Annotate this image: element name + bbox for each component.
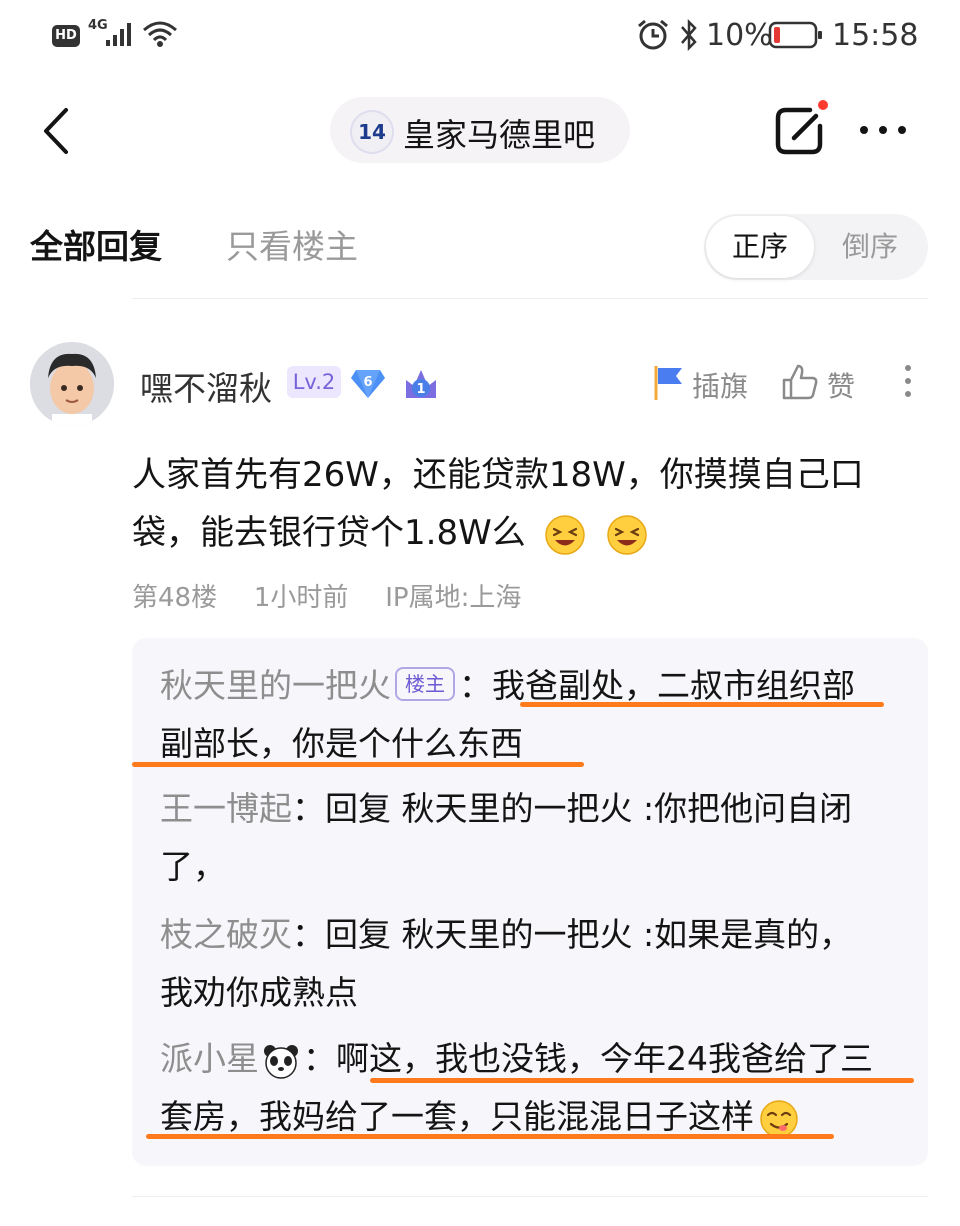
reply-text: 我劝你成熟点 (160, 973, 358, 1012)
post-more-icon[interactable] (900, 362, 916, 402)
diamond-badge-number: 6 (363, 375, 372, 390)
reply-text: ：回复 秋天里的一把火 :你把他问自闭 (292, 789, 853, 828)
ip-location: IP属地:上海 (385, 583, 522, 613)
post-time: 1小时前 (253, 583, 349, 613)
diamond-badge-icon: 6 (351, 370, 385, 398)
forum-logo: 14 (350, 110, 394, 154)
wifi-icon (143, 21, 177, 47)
reply-item[interactable]: 王一博起：回复 秋天里的一把火 :你把他问自闭 (160, 780, 852, 838)
more-icon[interactable] (858, 120, 908, 140)
reply-text: 副部长，你是个什么东西 (160, 724, 523, 763)
reply-text: ：我爸副处，二叔市组织部 (459, 666, 855, 705)
highlight-underline (520, 702, 884, 707)
share-icon[interactable] (770, 100, 832, 160)
reply-author[interactable]: 派小星 (160, 1039, 259, 1078)
post-content-line: 人家首先有26W，还能贷款18W，你摸摸自己口 (132, 455, 864, 495)
level-badge: Lv.2 (287, 366, 341, 398)
highlight-underline (132, 762, 584, 767)
tab-owner-only[interactable]: 只看楼主 (226, 220, 358, 268)
post-content: 人家首先有26W，还能贷款18W，你摸摸自己口 袋，能去银行贷个1.8W么 (132, 446, 932, 562)
avatar[interactable] (30, 342, 114, 426)
battery-icon (768, 21, 822, 49)
battery-percent: 10% (706, 18, 773, 53)
forum-badge-number: 14 (358, 120, 386, 144)
like-button-label[interactable]: 赞 (827, 365, 855, 405)
divider (132, 298, 928, 299)
clock: 15:58 (832, 18, 919, 53)
reply-text: 了， (160, 847, 226, 886)
reply-author[interactable]: 秋天里的一把火 (160, 666, 391, 705)
divider (132, 1196, 928, 1197)
sort-descending-button[interactable]: 倒序 (814, 216, 926, 278)
sort-ascending-button[interactable]: 正序 (706, 216, 814, 278)
username[interactable]: 嘿不溜秋 (140, 362, 272, 410)
reply-text: 套房，我妈给了一套，只能混混日子这样 (160, 1097, 754, 1136)
reply-author[interactable]: 王一博起 (160, 789, 292, 828)
crown-badge-icon: 1 (406, 370, 436, 398)
crown-badge-number: 1 (416, 382, 425, 397)
flag-icon[interactable] (648, 362, 688, 402)
reply-item-continued: 了， (160, 838, 226, 896)
flag-button-label[interactable]: 插旗 (692, 365, 748, 405)
laughing-emoji-icon (607, 514, 648, 555)
bluetooth-icon (681, 18, 697, 52)
floor-number: 第48楼 (132, 583, 218, 613)
like-icon[interactable] (780, 362, 820, 402)
reply-text: ：啊这，我也没钱，今年24我爸给了三 (303, 1039, 873, 1078)
reply-item[interactable]: 枝之破灭：回复 秋天里的一把火 :如果是真的， (160, 906, 852, 964)
back-icon[interactable] (38, 106, 74, 156)
forum-title[interactable]: 皇家马德里吧 (403, 110, 595, 156)
reply-text: ：回复 秋天里的一把火 :如果是真的， (292, 915, 853, 954)
notification-dot (818, 100, 828, 110)
status-bar: HD 4G 10% 15:58 (0, 0, 960, 80)
post-content-text: 袋，能去银行贷个1.8W么 (132, 513, 526, 553)
signal-icon (106, 23, 131, 46)
highlight-underline (146, 1134, 834, 1139)
highlight-underline (370, 1078, 914, 1083)
reply-author[interactable]: 枝之破灭 (160, 915, 292, 954)
reply-item-continued: 我劝你成熟点 (160, 964, 358, 1022)
hd-indicator: HD (52, 25, 80, 47)
post-content-line: 袋，能去银行贷个1.8W么 (132, 504, 932, 562)
post-meta: 第48楼 1小时前 IP属地:上海 (132, 577, 521, 614)
owner-tag: 楼主 (395, 666, 455, 701)
avatar-image (30, 342, 114, 426)
panda-emoji-icon (264, 1044, 298, 1079)
laughing-emoji-icon (544, 514, 585, 555)
alarm-icon (638, 19, 668, 50)
tab-all-replies[interactable]: 全部回复 (30, 220, 162, 268)
